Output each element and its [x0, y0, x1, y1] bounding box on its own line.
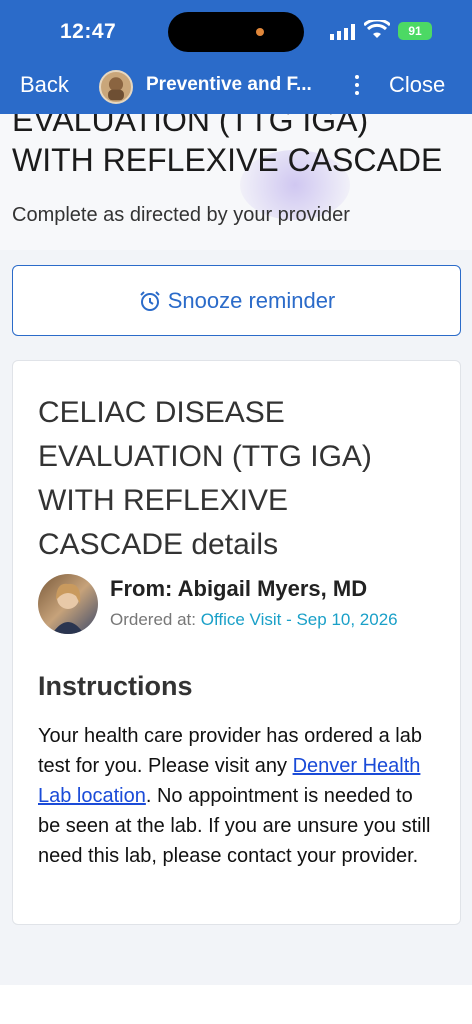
nav-bar: Back Preventive and F... Close	[0, 62, 472, 112]
more-options-icon[interactable]	[350, 72, 364, 100]
snooze-label: Snooze reminder	[167, 287, 336, 313]
instructions-text: Your health care provider has ordered a …	[38, 721, 438, 871]
camera-dot	[256, 28, 264, 36]
provider-name: From: Abigail Myers, MD	[110, 576, 368, 601]
details-card: CELIAC DISEASE EVALUATION (TTG IGA) WITH…	[12, 360, 461, 925]
close-button[interactable]: Close	[389, 72, 445, 98]
app-avatar-icon	[99, 70, 133, 104]
provider-avatar	[38, 574, 98, 634]
instructions-heading: Instructions	[38, 671, 193, 701]
details-title: CELIAC DISEASE EVALUATION (TTG IGA) WITH…	[38, 396, 372, 561]
status-time: 12:47	[60, 20, 117, 43]
alarm-clock-icon	[140, 290, 160, 311]
page-subtitle: Complete as directed by your provider	[12, 204, 350, 226]
wifi-icon	[364, 20, 390, 38]
top-bar: 12:47 91 Back Preventive and F... Close	[0, 0, 472, 114]
dynamic-island	[168, 12, 304, 52]
office-visit-link[interactable]: Office Visit - Sep 10, 2026	[201, 610, 398, 629]
status-bar: 12:47 91	[0, 0, 472, 62]
battery-icon: 91	[398, 22, 432, 40]
snooze-reminder-button[interactable]: Snooze reminder	[12, 265, 461, 336]
back-button[interactable]: Back	[20, 72, 69, 98]
ordered-at-label: Ordered at:	[110, 610, 196, 629]
bottom-area	[0, 985, 472, 1024]
ordered-at: Ordered at: Office Visit - Sep 10, 2026	[110, 610, 398, 630]
signal-icon	[330, 24, 355, 40]
nav-title: Preventive and F...	[146, 74, 312, 95]
